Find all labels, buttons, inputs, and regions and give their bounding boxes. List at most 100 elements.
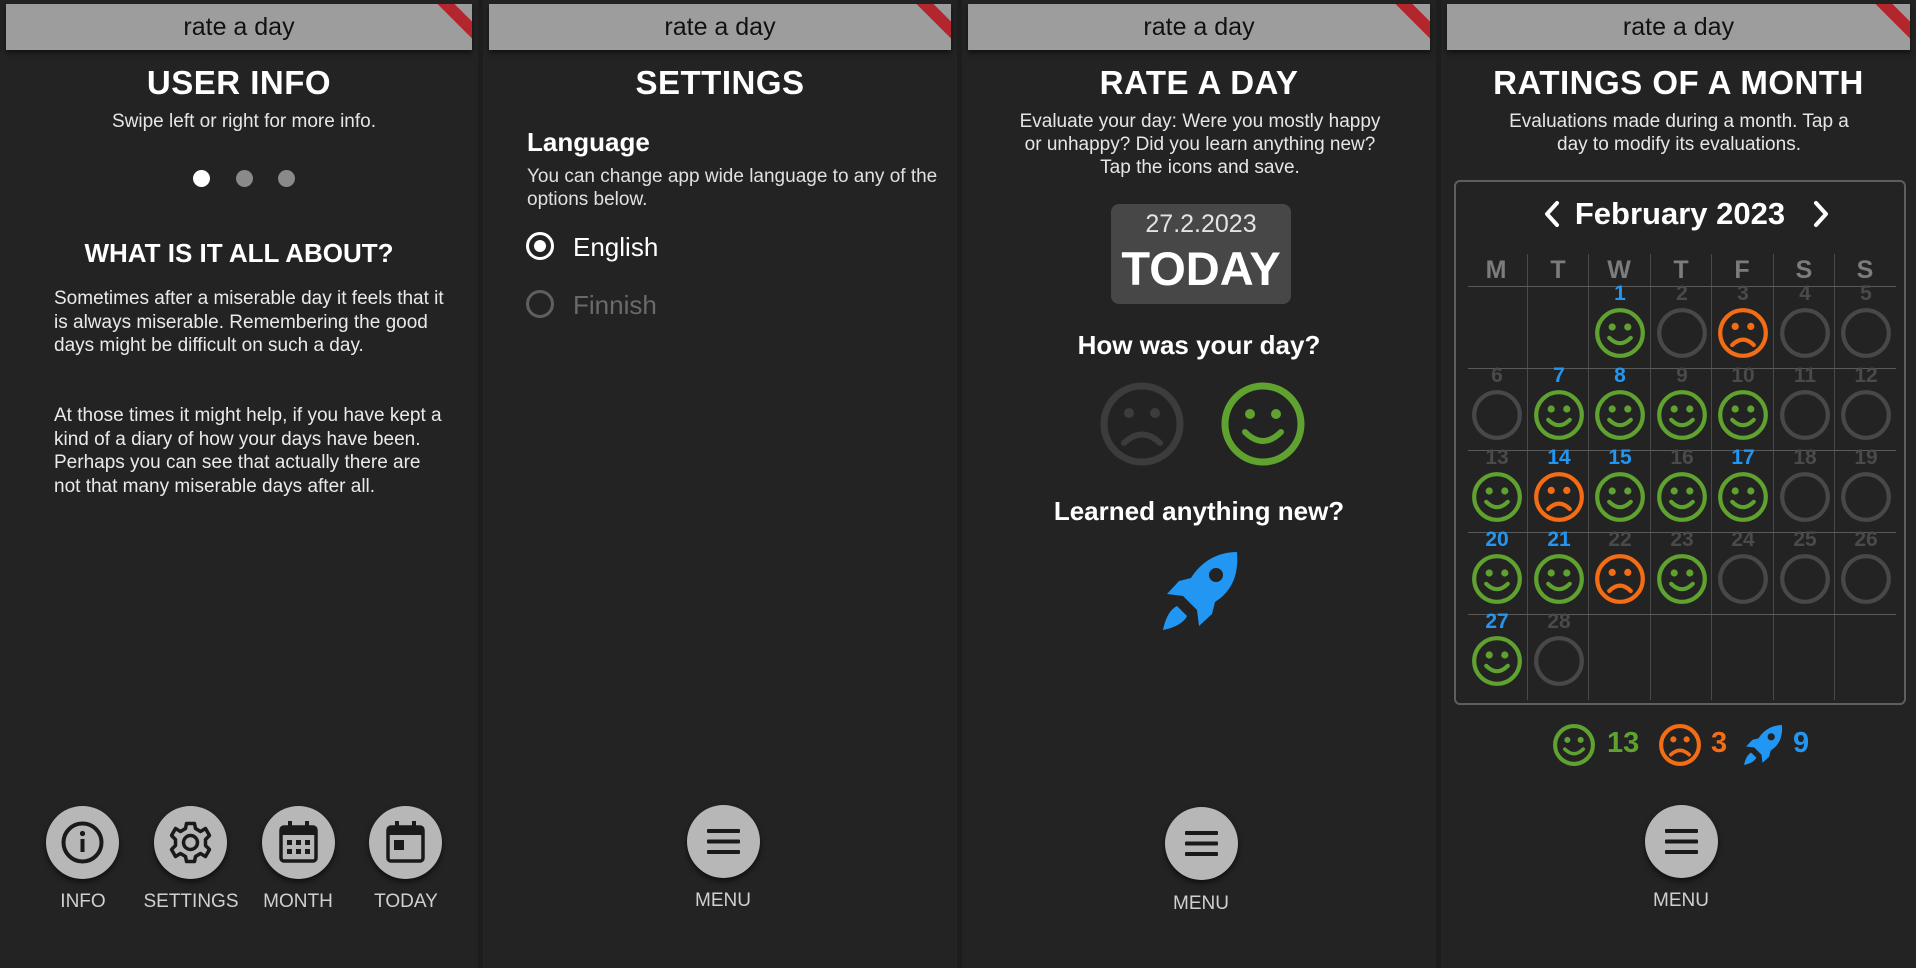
empty-circle-icon: [1780, 390, 1830, 440]
menu-button[interactable]: [1165, 807, 1238, 880]
menu-button[interactable]: [687, 805, 760, 878]
calendar-day[interactable]: 9: [1651, 364, 1713, 450]
page-dot[interactable]: [236, 170, 253, 187]
page-description: Evaluate your day: Were you mostly happy…: [982, 110, 1418, 179]
calendar-day[interactable]: 2: [1651, 282, 1713, 368]
app-bar: rate a day: [489, 4, 951, 50]
calendar-day[interactable]: 3: [1712, 282, 1774, 368]
info-paragraph: Sometimes after a miserable day it feels…: [54, 288, 444, 356]
day-number: 2: [1676, 282, 1688, 305]
page-title: RATE A DAY: [1099, 64, 1299, 101]
page-dot[interactable]: [278, 170, 295, 187]
radio-selected[interactable]: [526, 232, 554, 260]
sad-face-icon[interactable]: [1097, 379, 1187, 469]
menu-button[interactable]: [1645, 805, 1718, 878]
sad-count: 3: [1711, 727, 1728, 759]
section-heading: WHAT IS IT ALL ABOUT?: [84, 238, 394, 268]
weekday-header: F: [1734, 256, 1750, 284]
app-title: rate a day: [1622, 13, 1735, 41]
calendar-day[interactable]: 25: [1774, 528, 1836, 614]
info-button[interactable]: [46, 806, 119, 879]
day-number: 14: [1547, 446, 1571, 469]
app-title: rate a day: [183, 13, 295, 41]
page-title: RATINGS OF A MONTH: [1493, 64, 1864, 101]
settings-button[interactable]: [154, 806, 227, 879]
empty-circle-icon: [1841, 308, 1891, 358]
today-button[interactable]: [369, 806, 442, 879]
happy-face-icon: [1657, 554, 1707, 604]
happy-face-icon[interactable]: [1218, 379, 1308, 469]
menu-label: MENU: [1173, 893, 1229, 914]
happy-face-icon: [1472, 636, 1522, 686]
day-number: 4: [1799, 282, 1811, 305]
radio-unselected[interactable]: [526, 290, 554, 318]
menu-label: MENU: [1653, 890, 1709, 911]
radio-label: Finnish: [573, 290, 657, 320]
day-number: 25: [1793, 528, 1817, 551]
day-number: 23: [1670, 528, 1694, 551]
day-number: 15: [1608, 446, 1632, 469]
date-card[interactable]: 27.2.2023 TODAY: [1111, 204, 1291, 304]
calendar-day[interactable]: 1: [1589, 282, 1651, 368]
calendar-day[interactable]: 16: [1651, 446, 1713, 532]
day-number: 11: [1793, 364, 1817, 387]
calendar-day[interactable]: 19: [1835, 446, 1897, 532]
calendar-day[interactable]: 23: [1651, 528, 1713, 614]
calendar-day[interactable]: 21: [1528, 528, 1590, 614]
month-calendar: February 2023 M T W T F S S 1 2 3 4 5 6 7 8 9 10 11 12 13 14…: [1454, 180, 1906, 705]
day-number: 12: [1854, 364, 1878, 387]
language-heading: Language: [527, 127, 650, 157]
calendar-day[interactable]: 15: [1589, 446, 1651, 532]
calendar-day[interactable]: 8: [1589, 364, 1651, 450]
calendar-day[interactable]: 4: [1774, 282, 1836, 368]
happy-face-icon: [1534, 390, 1584, 440]
day-number: 28: [1547, 610, 1571, 633]
page-subtitle: Swipe left or right for more info.: [112, 111, 376, 132]
language-description: You can change app wide language to any …: [527, 166, 938, 210]
happy-count: 13: [1607, 727, 1640, 759]
sad-face-icon: [1595, 554, 1645, 604]
day-number: 8: [1614, 364, 1626, 387]
info-paragraph: At those times it might help, if you hav…: [54, 405, 442, 497]
month-summary: 13 3 9: [1441, 719, 1916, 769]
weekday-header: T: [1673, 256, 1689, 284]
calendar-day[interactable]: 26: [1835, 528, 1897, 614]
calendar-day[interactable]: 14: [1528, 446, 1590, 532]
calendar-day[interactable]: 18: [1774, 446, 1836, 532]
calendar-day[interactable]: 17: [1712, 446, 1774, 532]
happy-face-icon: [1553, 724, 1595, 766]
debug-banner: [1870, 4, 1910, 44]
chevron-right-icon[interactable]: [1810, 199, 1832, 229]
calendar-day[interactable]: 13: [1466, 446, 1528, 532]
day-number: 26: [1854, 528, 1878, 551]
weekday-header: S: [1795, 256, 1813, 284]
description-line: Evaluate your day: Were you mostly happy: [1019, 111, 1381, 132]
day-number: 17: [1731, 446, 1755, 469]
happy-face-icon: [1718, 472, 1768, 522]
day-number: 10: [1731, 364, 1755, 387]
day-number: 6: [1491, 364, 1503, 387]
calendar-day[interactable]: 5: [1835, 282, 1897, 368]
calendar-day[interactable]: 6: [1466, 364, 1528, 450]
day-number: 20: [1485, 528, 1509, 551]
calendar-day[interactable]: 28: [1528, 610, 1590, 696]
calendar-day[interactable]: 27: [1466, 610, 1528, 696]
day-number: 21: [1547, 528, 1571, 551]
calendar-day[interactable]: 12: [1835, 364, 1897, 450]
description-line: or unhappy? Did you learn anything new?: [1024, 134, 1376, 155]
page-dot-active[interactable]: [193, 170, 210, 187]
page-title: SETTINGS: [635, 64, 805, 101]
calendar-day[interactable]: 24: [1712, 528, 1774, 614]
calendar-day[interactable]: 7: [1528, 364, 1590, 450]
empty-circle-icon: [1657, 308, 1707, 358]
calendar-day[interactable]: 22: [1589, 528, 1651, 614]
sad-face-icon: [1659, 724, 1701, 766]
month-button[interactable]: [262, 806, 335, 879]
rocket-icon[interactable]: [1157, 548, 1243, 634]
gear-icon: [169, 821, 212, 864]
calendar-day[interactable]: 10: [1712, 364, 1774, 450]
empty-circle-icon: [1841, 390, 1891, 440]
menu-icon: [707, 829, 740, 854]
calendar-day[interactable]: 20: [1466, 528, 1528, 614]
calendar-day[interactable]: 11: [1774, 364, 1836, 450]
